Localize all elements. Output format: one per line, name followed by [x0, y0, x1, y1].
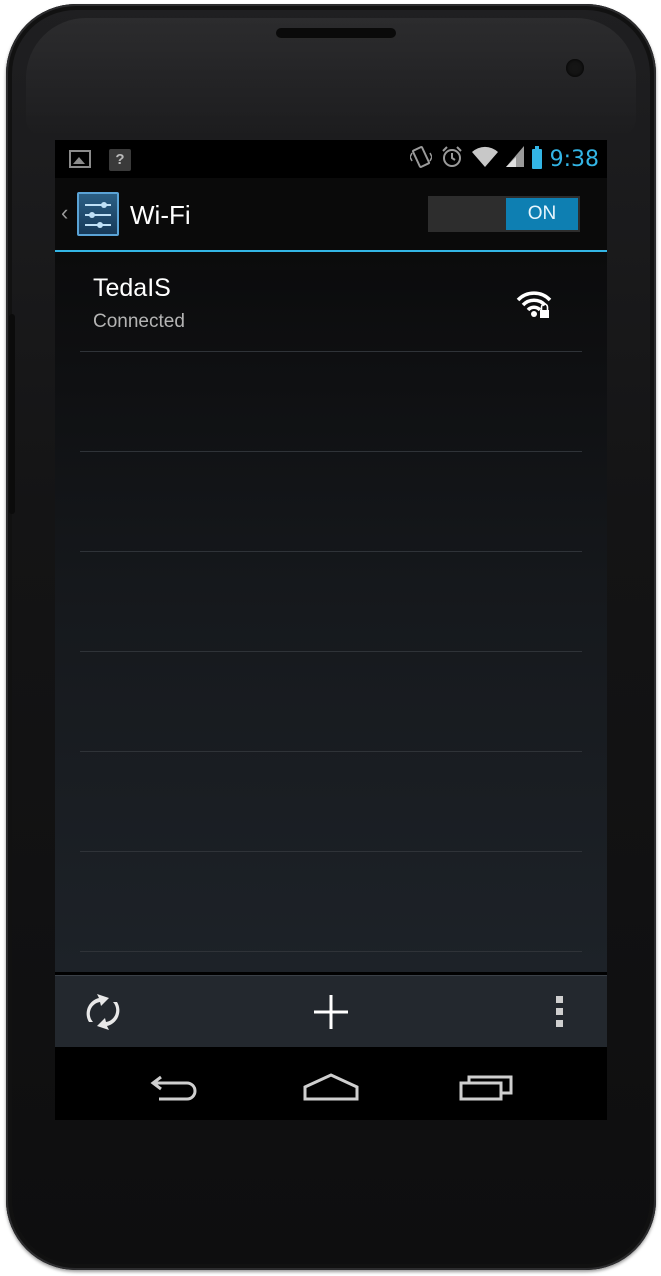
- front-camera: [566, 59, 584, 77]
- earpiece: [276, 28, 396, 38]
- overflow-menu-icon[interactable]: [553, 992, 567, 1032]
- wifi-toggle[interactable]: ON: [428, 196, 580, 232]
- screen: ? 9:38 ‹ Wi-Fi ON TedaIS Connected: [55, 140, 607, 1120]
- wps-icon[interactable]: [81, 992, 125, 1032]
- status-icons: 9:38: [408, 145, 599, 174]
- empty-row: [80, 852, 582, 952]
- wifi-signal-icon: [471, 146, 498, 173]
- wifi-locked-icon: [516, 291, 552, 318]
- up-caret-icon[interactable]: ‹: [61, 200, 68, 226]
- unknown-app-icon: ?: [109, 149, 131, 171]
- empty-row: [80, 452, 582, 552]
- network-row[interactable]: TedaIS Connected: [80, 252, 582, 352]
- network-list: TedaIS Connected: [55, 252, 607, 972]
- alarm-icon: [440, 145, 464, 174]
- add-network-icon[interactable]: [311, 992, 351, 1032]
- network-name: TedaIS: [93, 274, 171, 302]
- cell-signal-icon: [505, 145, 524, 173]
- empty-row: [80, 752, 582, 852]
- back-icon[interactable]: [147, 1069, 207, 1103]
- status-bar: ? 9:38: [55, 140, 607, 178]
- recents-icon[interactable]: [457, 1069, 517, 1103]
- bottom-action-bar: [55, 975, 607, 1048]
- home-icon[interactable]: [301, 1069, 361, 1103]
- empty-row: [80, 552, 582, 652]
- picture-icon: [69, 150, 91, 168]
- vibrate-icon: [408, 145, 433, 174]
- action-bar: ‹ Wi-Fi ON: [55, 178, 607, 252]
- side-button[interactable]: [9, 314, 15, 514]
- settings-app-icon[interactable]: [77, 192, 119, 236]
- empty-row: [80, 652, 582, 752]
- status-time: 9:38: [549, 146, 599, 172]
- navigation-bar: [55, 1047, 607, 1120]
- wifi-toggle-on-label: ON: [506, 198, 578, 230]
- empty-row: [80, 352, 582, 452]
- network-status: Connected: [93, 311, 185, 332]
- battery-icon: [531, 146, 542, 169]
- page-title: Wi-Fi: [130, 200, 191, 230]
